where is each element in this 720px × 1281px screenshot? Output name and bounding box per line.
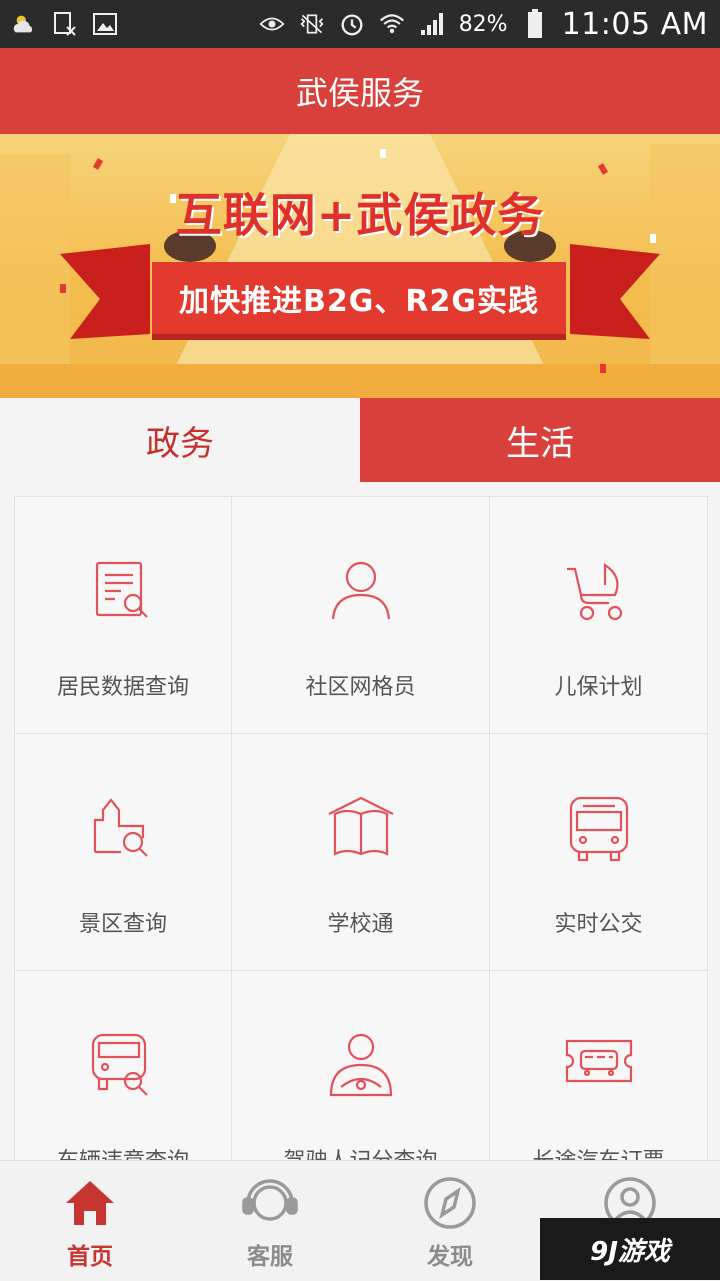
tab-label: 政务 xyxy=(146,423,214,464)
service-label: 实时公交 xyxy=(554,912,643,937)
tab-government[interactable]: 政务 xyxy=(0,398,360,482)
home-icon xyxy=(66,1181,114,1225)
banner-headline: 互联网+武侯政务 xyxy=(175,188,545,242)
nav-label: 客服 xyxy=(247,1244,293,1270)
banner-subline: 加快推进B2G、R2G实践 xyxy=(179,284,539,319)
car-search-icon xyxy=(91,1033,148,1096)
service-label: 社区网格员 xyxy=(305,675,416,700)
alarm-icon xyxy=(339,11,365,37)
eye-icon xyxy=(259,11,285,37)
weather-icon xyxy=(12,11,38,37)
ticket-icon xyxy=(565,1039,632,1083)
compass-icon xyxy=(424,1177,476,1229)
promo-banner[interactable]: 互联网+武侯政务 加快推进B2G、R2G实践 xyxy=(0,134,720,398)
nav-discover[interactable]: 发现 xyxy=(360,1161,540,1281)
category-tabs: 政务 生活 xyxy=(0,398,720,482)
building-search-icon xyxy=(93,798,148,857)
battery-percent: 82% xyxy=(458,11,508,37)
document-search-icon xyxy=(95,561,148,618)
service-label: 景区查询 xyxy=(78,912,167,937)
wifi-icon xyxy=(379,11,405,37)
service-label: 居民数据查询 xyxy=(56,675,189,700)
service-grid: 居民数据查询 社区网格员 儿保计划 景区查询 学校通 实时公交 车辆违章 xyxy=(14,496,709,1208)
service-community-grid[interactable]: 社区网格员 xyxy=(232,497,490,734)
page-title: 武侯服务 xyxy=(295,74,424,112)
service-school[interactable]: 学校通 xyxy=(232,734,490,971)
app-title-bar: 武侯服务 xyxy=(0,48,720,134)
banner-subline-box: 加快推进B2G、R2G实践 xyxy=(152,262,566,334)
battery-icon xyxy=(522,9,548,38)
watermark-text: 9J游戏 xyxy=(590,1236,670,1267)
headset-icon xyxy=(242,1179,298,1221)
clock: 11:05 AM xyxy=(561,6,708,42)
nav-service[interactable]: 客服 xyxy=(180,1161,360,1281)
image-icon xyxy=(92,11,118,37)
bus-icon xyxy=(569,796,628,862)
vibrate-icon xyxy=(299,11,325,37)
nav-label: 发现 xyxy=(427,1244,473,1270)
site-watermark: 9J游戏 xyxy=(540,1218,720,1280)
service-child-care[interactable]: 儿保计划 xyxy=(490,497,708,734)
service-realtime-bus[interactable]: 实时公交 xyxy=(490,734,708,971)
stroller-icon xyxy=(566,562,622,621)
service-resident-data[interactable]: 居民数据查询 xyxy=(15,497,232,734)
nav-home[interactable]: 首页 xyxy=(0,1161,180,1281)
signal-icon xyxy=(419,11,445,37)
service-label: 学校通 xyxy=(327,912,394,937)
status-bar: 82% 11:05 AM xyxy=(0,0,720,48)
person-icon xyxy=(331,561,390,620)
nav-label: 首页 xyxy=(67,1244,113,1270)
driver-icon xyxy=(329,1033,392,1097)
service-label: 儿保计划 xyxy=(554,675,643,700)
tab-label: 生活 xyxy=(506,423,574,464)
tab-life[interactable]: 生活 xyxy=(360,398,720,482)
service-scenic-query[interactable]: 景区查询 xyxy=(15,734,232,971)
book-icon xyxy=(328,796,393,856)
sim-missing-icon xyxy=(52,11,78,37)
